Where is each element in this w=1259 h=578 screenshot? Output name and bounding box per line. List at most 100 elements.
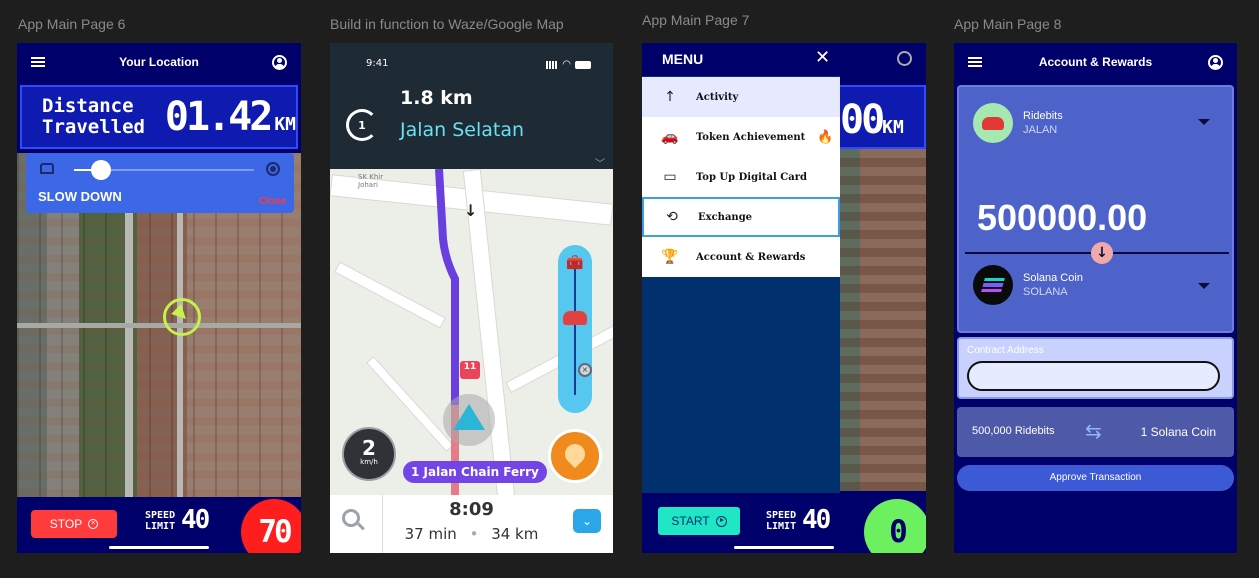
next-turn-distance: 1.8 km — [400, 87, 473, 109]
roundabout-icon: 1 — [346, 109, 378, 141]
current-speed-badge: 0 — [864, 499, 926, 553]
approve-transaction-button[interactable]: Approve Transaction — [957, 465, 1234, 491]
waze-screen: 9:41 ◠ 1 1.8 km Jalan Selatan ﹀ SK Khir … — [330, 43, 613, 553]
background-digits: 00 — [840, 97, 885, 143]
menu-item-label: Activity — [696, 91, 739, 103]
from-coin-selector[interactable]: Ridebits JALAN — [973, 103, 1063, 143]
report-button[interactable] — [548, 429, 602, 483]
eta-details: 37 min • 34 km — [330, 525, 613, 543]
speedometer: 2 km/h — [342, 427, 396, 481]
menu-header: MENU ✕ — [642, 43, 846, 76]
fire-icon: 🔥 — [817, 129, 834, 145]
trophy-icon: 🏆 — [661, 249, 679, 265]
place-label-line1: SK Khir — [358, 173, 384, 181]
swap-card: Ridebits JALAN 500000.00 ↓ Solana Coin S… — [957, 85, 1234, 333]
navigation-arrow-icon — [443, 394, 495, 446]
current-speed-badge: 70 — [241, 499, 301, 553]
hamburger-menu-icon[interactable] — [968, 57, 982, 67]
stop-button[interactable]: STOP × — [31, 510, 117, 538]
map-road — [17, 323, 301, 328]
top-bar: Your Location — [17, 43, 301, 81]
navigation-header: 9:41 ◠ 1 1.8 km Jalan Selatan ﹀ — [330, 43, 613, 170]
menu-title: MENU — [662, 51, 704, 67]
rate-from: 500,000 Ridebits — [972, 425, 1055, 437]
place-label: SK Khir Johari — [358, 173, 383, 189]
account-icon[interactable] — [897, 51, 912, 66]
play-icon — [715, 515, 727, 527]
distance-value: 01.42 — [164, 94, 273, 140]
next-street: Jalan Selatan — [400, 119, 525, 141]
top-bar: Account & Rewards — [954, 43, 1237, 81]
distance-unit: KM — [274, 113, 296, 135]
target-icon — [266, 162, 280, 176]
speed-limit-label-line1: SPEED — [145, 510, 176, 521]
eta-time: 8:09 — [449, 499, 494, 520]
menu-item-label: Exchange — [698, 211, 753, 223]
to-coin-name: Solana Coin SOLANA — [1023, 271, 1083, 299]
roundabout-exit: 1 — [358, 118, 366, 132]
account-icon[interactable] — [1208, 55, 1223, 70]
speed-limit-label: SPEED LIMIT — [145, 510, 175, 532]
menu-item-token-achievement[interactable]: 🚗 Token Achievement 🔥 — [642, 117, 840, 157]
contract-address-label: Contract Address — [967, 345, 1044, 356]
close-icon[interactable]: × — [578, 363, 592, 377]
slider-knob[interactable] — [91, 160, 111, 180]
speed-limit-value: 40 — [802, 505, 831, 535]
speed-limit-label-line2: LIMIT — [766, 521, 797, 532]
menu-item-top-up[interactable]: ▭ Top Up Digital Card — [642, 157, 840, 197]
eta-distance: 34 km — [491, 525, 539, 543]
close-icon[interactable]: ✕ — [815, 47, 830, 68]
chevron-down-icon[interactable]: ﹀ — [595, 155, 605, 170]
solana-logo-icon — [973, 265, 1013, 305]
menu-item-label: Token Achievement — [696, 131, 806, 143]
route-badge: 11 — [460, 361, 480, 379]
solana-bars — [981, 278, 1005, 292]
to-coin-selector[interactable]: Solana Coin SOLANA — [973, 265, 1083, 305]
wifi-icon: ◠ — [562, 59, 571, 70]
rate-to: 1 Solana Coin — [1140, 425, 1216, 439]
contract-address-input[interactable] — [967, 361, 1220, 391]
page-title: Your Location — [119, 55, 199, 69]
background-map — [840, 149, 926, 491]
swap-amount[interactable]: 500000.00 — [977, 197, 1147, 239]
ridebits-logo-icon — [973, 103, 1013, 143]
close-link[interactable]: Close — [259, 196, 286, 207]
speed-limit-value: 40 — [181, 505, 210, 535]
speed-value: 2 — [362, 436, 376, 460]
menu-item-exchange[interactable]: ⟲ Exchange — [642, 197, 840, 237]
account-icon[interactable] — [272, 55, 287, 70]
expand-button[interactable]: ⌄ — [573, 509, 601, 533]
speed-slider[interactable] — [74, 160, 254, 180]
background-distance-digits: 00KM — [840, 97, 904, 143]
location-pointer-icon — [163, 298, 201, 336]
page-title: Account & Rewards — [1038, 55, 1153, 69]
treasure-chest-icon: 🧰 — [566, 255, 584, 271]
status-time: 9:41 — [366, 58, 389, 69]
chevron-down-icon[interactable] — [1198, 283, 1210, 289]
bottom-bar: STOP × SPEED LIMIT 40 70 — [17, 497, 301, 553]
from-coin-title: Ridebits — [1023, 110, 1063, 122]
eta-duration: 37 min — [404, 525, 457, 543]
hamburger-menu-icon[interactable] — [31, 57, 45, 67]
car-icon — [40, 163, 54, 174]
menu-item-label: Top Up Digital Card — [696, 171, 807, 183]
menu-item-label: Account & Rewards — [696, 251, 806, 263]
exchange-icon: ⟲ — [666, 209, 678, 225]
close-circle-icon: × — [88, 519, 99, 529]
speed-unit: km/h — [360, 458, 378, 466]
bullet-separator: • — [469, 525, 479, 543]
speed-limit-label-line2: LIMIT — [145, 521, 176, 532]
background-unit: KM — [882, 117, 904, 138]
menu-item-activity[interactable]: ↑ Activity — [642, 77, 840, 117]
swap-direction-icon[interactable]: ↓ — [1091, 242, 1113, 264]
menu-item-account-rewards[interactable]: 🏆 Account & Rewards — [642, 237, 840, 277]
status-icons: ◠ — [546, 59, 591, 70]
map-view[interactable]: SK Khir Johari ↓ 11 🧰 × 2 km/h 1 Jalan C… — [330, 169, 613, 495]
start-button[interactable]: START — [658, 507, 740, 535]
chevron-down-icon[interactable] — [1198, 119, 1210, 125]
arrow-down-icon: ↓ — [464, 201, 478, 220]
arrow-up-icon: ↑ — [664, 89, 676, 105]
car-icon — [982, 116, 1004, 130]
start-label: START — [671, 514, 710, 528]
card-icon: ▭ — [663, 169, 677, 185]
